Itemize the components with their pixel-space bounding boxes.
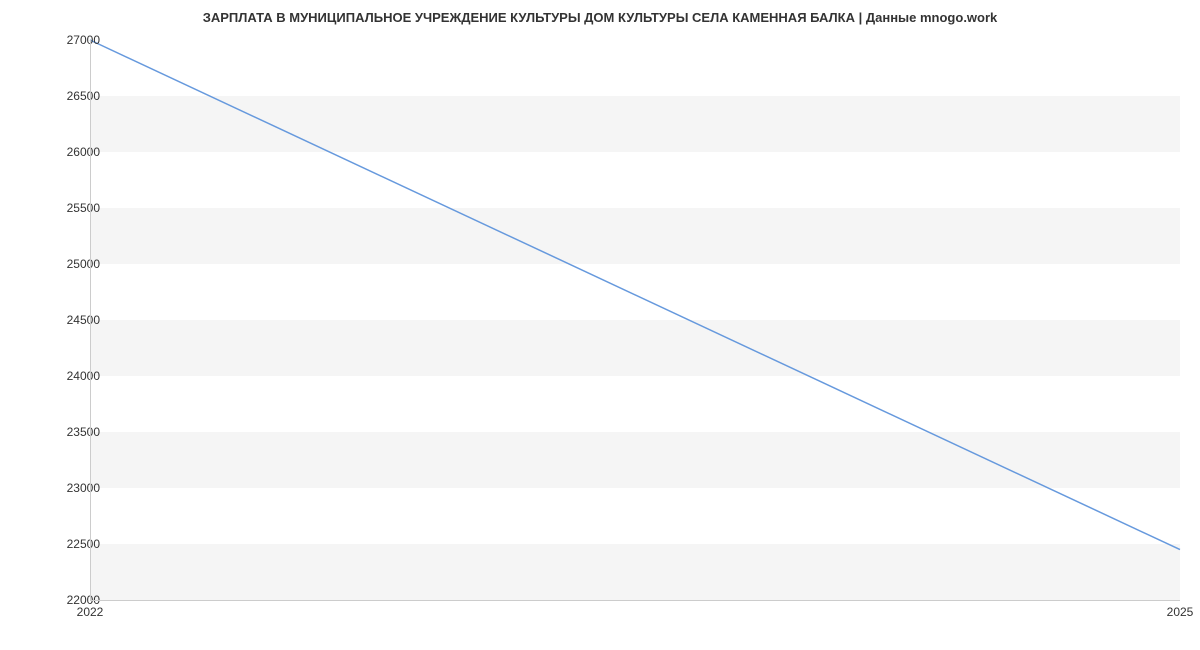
chart-plot-area bbox=[90, 40, 1180, 600]
y-axis-line bbox=[90, 40, 91, 600]
y-tick-label: 25500 bbox=[40, 201, 100, 215]
y-tick-label: 24500 bbox=[40, 313, 100, 327]
line-series bbox=[90, 40, 1180, 600]
x-tick-label: 2022 bbox=[77, 605, 104, 619]
x-tick-label: 2025 bbox=[1167, 605, 1194, 619]
y-tick-label: 23500 bbox=[40, 425, 100, 439]
y-tick-label: 24000 bbox=[40, 369, 100, 383]
chart-title: ЗАРПЛАТА В МУНИЦИПАЛЬНОЕ УЧРЕЖДЕНИЕ КУЛЬ… bbox=[0, 10, 1200, 25]
y-tick-label: 26500 bbox=[40, 89, 100, 103]
y-tick-label: 26000 bbox=[40, 145, 100, 159]
y-tick-label: 25000 bbox=[40, 257, 100, 271]
y-tick-label: 27000 bbox=[40, 33, 100, 47]
x-axis-line bbox=[90, 600, 1180, 601]
y-tick-label: 23000 bbox=[40, 481, 100, 495]
y-tick-label: 22500 bbox=[40, 537, 100, 551]
